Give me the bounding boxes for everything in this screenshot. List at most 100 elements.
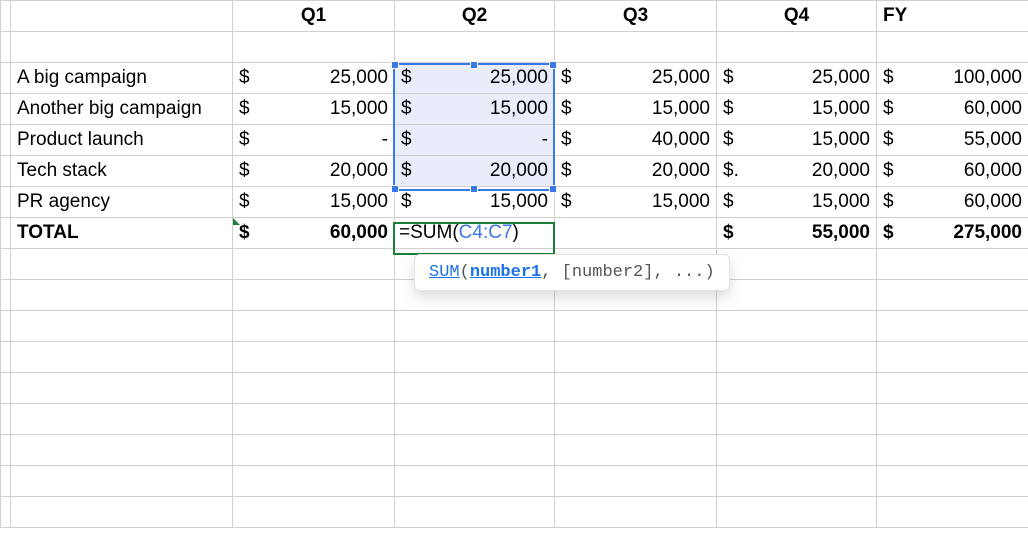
- currency-symbol: $: [401, 98, 412, 120]
- cell[interactable]: [11, 32, 233, 63]
- cell[interactable]: [1, 94, 11, 125]
- cell-q3[interactable]: $15,000: [555, 187, 717, 218]
- table-row: PR agency $15,000 $15,000 $15,000 $15,00…: [1, 187, 1028, 218]
- total-q3[interactable]: [555, 218, 717, 249]
- cell-q1[interactable]: $15,000: [233, 187, 395, 218]
- cell-value: 55,000: [964, 129, 1022, 151]
- cell-fy[interactable]: $60,000: [877, 156, 1028, 187]
- table-row: A big campaign $25,000 $25,000 $25,000 $…: [1, 63, 1028, 94]
- cell[interactable]: [1, 156, 11, 187]
- currency-symbol: $: [401, 160, 412, 182]
- cell-q3[interactable]: $20,000: [555, 156, 717, 187]
- cell-fy[interactable]: $100,000: [877, 63, 1028, 94]
- cell-value: -: [382, 129, 388, 151]
- currency-symbol: $: [239, 129, 250, 151]
- currency-symbol: $: [239, 160, 250, 182]
- total-label[interactable]: TOTAL: [11, 218, 233, 249]
- currency-symbol: $: [883, 191, 894, 213]
- row-label[interactable]: Another big campaign: [11, 94, 233, 125]
- cell-value: 15,000: [490, 191, 548, 213]
- cell-value: 15,000: [330, 98, 388, 120]
- cell-fy[interactable]: $60,000: [877, 187, 1028, 218]
- cell-q1[interactable]: $15,000: [233, 94, 395, 125]
- row-label[interactable]: Tech stack: [11, 156, 233, 187]
- cell[interactable]: [1, 63, 11, 94]
- formula-close: ): [513, 222, 519, 243]
- cell[interactable]: [1, 1, 11, 32]
- cell-q2[interactable]: $20,000: [395, 156, 555, 187]
- currency-symbol: $: [723, 191, 734, 213]
- cell-q4[interactable]: $15,000: [717, 125, 877, 156]
- cell-value: 25,000: [330, 67, 388, 89]
- cell-value: 15,000: [490, 98, 548, 120]
- cell-q3[interactable]: $15,000: [555, 94, 717, 125]
- cell[interactable]: [11, 1, 233, 32]
- cell[interactable]: [1, 187, 11, 218]
- currency-symbol: $: [561, 67, 572, 89]
- header-q1[interactable]: Q1: [233, 1, 395, 32]
- currency-symbol: $: [883, 98, 894, 120]
- currency-symbol: $: [239, 222, 250, 244]
- cell[interactable]: [1, 218, 11, 249]
- total-q1[interactable]: $60,000: [233, 218, 395, 249]
- header-q2[interactable]: Q2: [395, 1, 555, 32]
- cell[interactable]: [555, 32, 717, 63]
- cell[interactable]: [233, 32, 395, 63]
- header-q3[interactable]: Q3: [555, 1, 717, 32]
- cell-q3[interactable]: $25,000: [555, 63, 717, 94]
- currency-symbol: $: [401, 129, 412, 151]
- cell[interactable]: [1, 32, 11, 63]
- total-fy[interactable]: $275,000: [877, 218, 1028, 249]
- header-q4[interactable]: Q4: [717, 1, 877, 32]
- currency-symbol: $: [561, 98, 572, 120]
- header-fy[interactable]: FY: [877, 1, 1028, 32]
- currency-symbol: $: [239, 191, 250, 213]
- tooltip-fn[interactable]: SUM: [429, 263, 460, 282]
- cell-q2[interactable]: $15,000: [395, 94, 555, 125]
- cell-value: 60,000: [964, 191, 1022, 213]
- total-q4[interactable]: $55,000: [717, 218, 877, 249]
- cell-q4[interactable]: $15,000: [717, 187, 877, 218]
- cell[interactable]: [395, 32, 555, 63]
- row-label[interactable]: Product launch: [11, 125, 233, 156]
- currency-symbol: $: [883, 160, 894, 182]
- cell-q4[interactable]: $.20,000: [717, 156, 877, 187]
- header-row: Q1 Q2 Q3 Q4 FY: [1, 1, 1028, 32]
- cell-fy[interactable]: $60,000: [877, 94, 1028, 125]
- cell-value: 15,000: [652, 191, 710, 213]
- cell-q2[interactable]: $15,000: [395, 187, 555, 218]
- cell-value: 60,000: [330, 222, 388, 244]
- cell[interactable]: [717, 32, 877, 63]
- currency-symbol: $: [883, 67, 894, 89]
- cell-q2[interactable]: $25,000: [395, 63, 555, 94]
- cell-q3[interactable]: $40,000: [555, 125, 717, 156]
- cell-value: 20,000: [652, 160, 710, 182]
- table-row: Another big campaign $15,000 $15,000 $15…: [1, 94, 1028, 125]
- cell-q2[interactable]: $-: [395, 125, 555, 156]
- cell-value: 20,000: [330, 160, 388, 182]
- currency-symbol: $: [723, 222, 734, 244]
- currency-symbol: $: [561, 160, 572, 182]
- currency-symbol: $: [883, 222, 894, 244]
- cell-note-indicator-icon: [233, 218, 240, 225]
- blank-row: [1, 32, 1028, 63]
- cell-q4[interactable]: $15,000: [717, 94, 877, 125]
- cell-q1[interactable]: $25,000: [233, 63, 395, 94]
- formula-eq: =: [399, 222, 410, 243]
- row-label[interactable]: A big campaign: [11, 63, 233, 94]
- cell-q4[interactable]: $25,000: [717, 63, 877, 94]
- currency-symbol: $: [239, 98, 250, 120]
- row-label[interactable]: PR agency: [11, 187, 233, 218]
- tooltip-arg1[interactable]: number1: [470, 263, 541, 282]
- cell[interactable]: [877, 32, 1028, 63]
- currency-symbol: $: [401, 191, 412, 213]
- spreadsheet[interactable]: Q1 Q2 Q3 Q4 FY A big campaign $25,000 $2…: [0, 0, 1028, 548]
- active-formula-cell[interactable]: =SUM(C4:C7): [395, 218, 555, 249]
- cell-value: 40,000: [652, 129, 710, 151]
- cell-q1[interactable]: $-: [233, 125, 395, 156]
- cell-fy[interactable]: $55,000: [877, 125, 1028, 156]
- formula-tooltip[interactable]: SUM(number1, [number2], ...): [414, 254, 730, 291]
- cell-q1[interactable]: $20,000: [233, 156, 395, 187]
- currency-symbol: $: [239, 67, 250, 89]
- cell[interactable]: [1, 125, 11, 156]
